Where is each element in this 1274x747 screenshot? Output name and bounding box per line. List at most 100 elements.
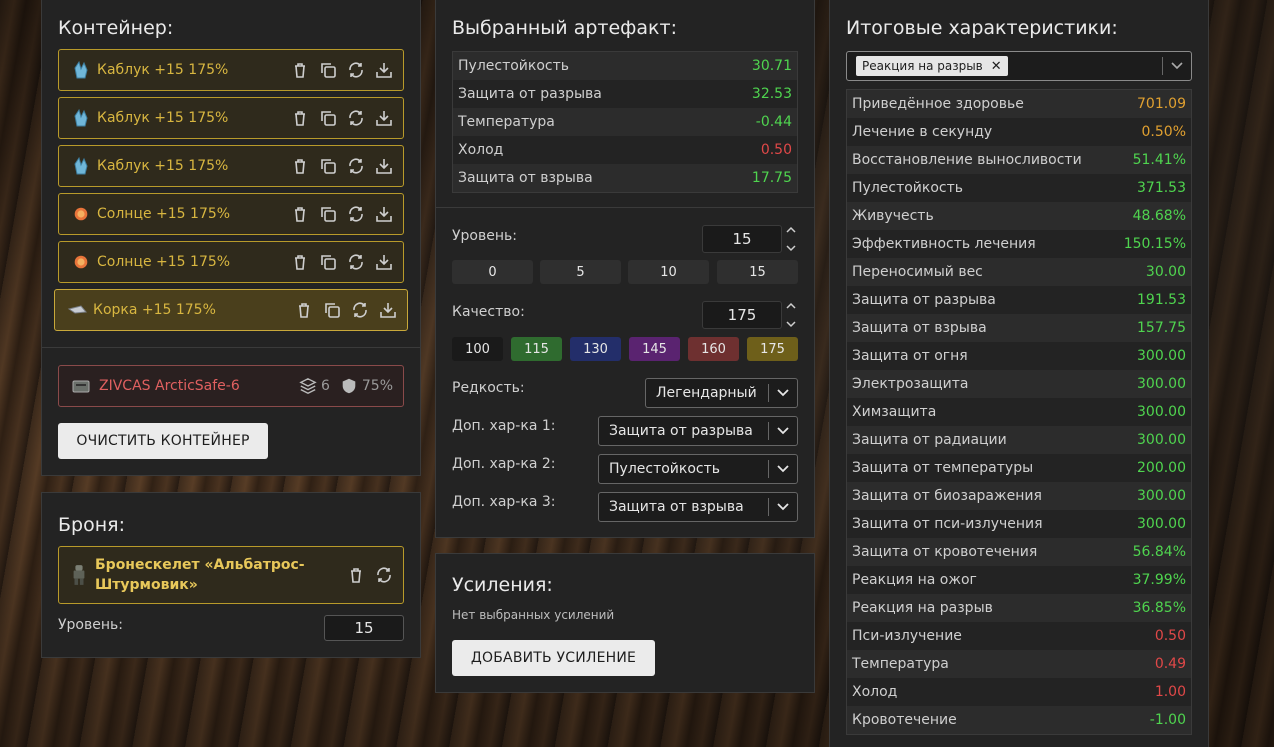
copy-icon[interactable] — [319, 253, 337, 271]
extra3-select[interactable]: Защита от взрыва — [598, 492, 798, 522]
level-preset-button[interactable]: 0 — [452, 260, 533, 284]
quality-preset-button[interactable]: 160 — [688, 337, 739, 361]
artifact-row[interactable]: Солнце +15 175% — [58, 193, 404, 235]
level-label: Уровень: — [452, 228, 517, 244]
filter-chip[interactable]: Реакция на разрыв ✕ — [856, 56, 1008, 76]
refresh-icon[interactable] — [351, 301, 369, 319]
trash-icon[interactable] — [291, 109, 309, 127]
armor-row[interactable]: Бронескелет «Альбатрос-Штурмовик» — [58, 546, 404, 604]
stat-name: Холод — [458, 142, 504, 158]
clear-container-button[interactable]: ОЧИСТИТЬ КОНТЕЙНЕР — [58, 423, 268, 459]
quality-input[interactable]: 175 — [702, 301, 782, 329]
stat-value: 701.09 — [1137, 96, 1186, 112]
trash-icon[interactable] — [291, 157, 309, 175]
level-preset-button[interactable]: 15 — [717, 260, 798, 284]
copy-icon[interactable] — [319, 205, 337, 223]
stat-name: Холод — [852, 684, 898, 700]
extra1-label: Доп. хар-ка 1: — [452, 418, 556, 434]
case-row[interactable]: ZIVCAS ArcticSafe-6 6 75% — [58, 365, 404, 407]
chevron-down-icon[interactable] — [1163, 62, 1191, 70]
artifact-row[interactable]: Каблук +15 175% — [58, 97, 404, 139]
stat-filter-select[interactable]: Реакция на разрыв ✕ — [846, 51, 1192, 81]
stat-name: Защита от разрыва — [852, 292, 996, 308]
trash-icon[interactable] — [291, 205, 309, 223]
quality-preset-button[interactable]: 115 — [511, 337, 562, 361]
armor-actions — [347, 566, 393, 584]
artifact-row[interactable]: Каблук +15 175% — [58, 49, 404, 91]
quality-label: Качество: — [452, 304, 525, 320]
add-upgrade-button[interactable]: ДОБАВИТЬ УСИЛЕНИЕ — [452, 640, 655, 676]
download-icon[interactable] — [375, 205, 393, 223]
stat-name: Защита от взрыва — [458, 170, 593, 186]
stat-row: Холод 0.50 — [453, 136, 797, 164]
chevron-up-icon[interactable] — [786, 226, 796, 234]
copy-icon[interactable] — [319, 157, 337, 175]
level-preset-button[interactable]: 10 — [628, 260, 709, 284]
armor-level-label: Уровень: — [58, 617, 123, 633]
download-icon[interactable] — [375, 61, 393, 79]
trash-icon[interactable] — [347, 566, 365, 584]
extra1-select[interactable]: Защита от разрыва — [598, 416, 798, 446]
copy-icon[interactable] — [319, 61, 337, 79]
artifact-label: Каблук +15 175% — [97, 110, 229, 126]
quality-preset-button[interactable]: 100 — [452, 337, 503, 361]
chevron-up-icon[interactable] — [786, 302, 796, 310]
stat-value: 300.00 — [1137, 404, 1186, 420]
quality-spinner[interactable] — [785, 302, 797, 328]
artifact-actions — [291, 109, 393, 127]
trash-icon[interactable] — [291, 253, 309, 271]
quality-preset-button[interactable]: 175 — [747, 337, 798, 361]
extra2-select[interactable]: Пулестойкость — [598, 454, 798, 484]
final-stat-row: Защита от температуры 200.00 — [847, 454, 1191, 482]
artifact-actions — [291, 253, 393, 271]
refresh-icon[interactable] — [347, 157, 365, 175]
chevron-down-icon[interactable] — [769, 503, 797, 511]
armor-level-input[interactable]: 15 — [324, 615, 404, 641]
close-icon[interactable]: ✕ — [991, 59, 1002, 74]
selected-stats-table: Пулестойкость 30.71 Защита от разрыва 32.53… — [452, 51, 798, 193]
trash-icon[interactable] — [291, 61, 309, 79]
sun-orb-icon — [71, 252, 91, 272]
quality-preset-button[interactable]: 130 — [570, 337, 621, 361]
level-spinner[interactable] — [785, 226, 797, 252]
trash-icon[interactable] — [295, 301, 313, 319]
stat-value: 300.00 — [1137, 516, 1186, 532]
quality-preset-button[interactable]: 145 — [629, 337, 680, 361]
level-preset-button[interactable]: 5 — [540, 260, 621, 284]
chevron-down-icon[interactable] — [786, 320, 796, 328]
stat-name: Температура — [852, 656, 949, 672]
chevron-down-icon[interactable] — [769, 465, 797, 473]
refresh-icon[interactable] — [375, 566, 393, 584]
level-input[interactable]: 15 — [702, 225, 782, 253]
artifact-actions — [291, 157, 393, 175]
download-icon[interactable] — [375, 109, 393, 127]
artifact-row[interactable]: Солнце +15 175% — [58, 241, 404, 283]
refresh-icon[interactable] — [347, 109, 365, 127]
final-stat-row: Защита от биозаражения 300.00 — [847, 482, 1191, 510]
artifact-label: Солнце +15 175% — [97, 206, 231, 222]
final-stat-row: Холод 1.00 — [847, 678, 1191, 706]
final-stat-row: Пулестойкость 371.53 — [847, 174, 1191, 202]
download-icon[interactable] — [379, 301, 397, 319]
artifact-row[interactable]: Корка +15 175% — [54, 289, 408, 331]
case-name: ZIVCAS ArcticSafe-6 — [99, 378, 240, 394]
artifact-row[interactable]: Каблук +15 175% — [58, 145, 404, 187]
case-icon — [71, 376, 91, 396]
chevron-down-icon[interactable] — [769, 389, 797, 397]
upgrades-title: Усиления: — [452, 574, 553, 596]
download-icon[interactable] — [375, 157, 393, 175]
extra3-value: Защита от взрыва — [609, 499, 744, 515]
refresh-icon[interactable] — [347, 205, 365, 223]
copy-icon[interactable] — [323, 301, 341, 319]
chevron-down-icon[interactable] — [769, 427, 797, 435]
refresh-icon[interactable] — [347, 61, 365, 79]
final-stat-row: Пси-излучение 0.50 — [847, 622, 1191, 650]
refresh-icon[interactable] — [347, 253, 365, 271]
armor-panel: Броня: Бронескелет «Альбатрос-Штурмовик»… — [41, 492, 421, 658]
download-icon[interactable] — [375, 253, 393, 271]
stat-row: Защита от разрыва 32.53 — [453, 80, 797, 108]
chevron-down-icon[interactable] — [786, 244, 796, 252]
rarity-select[interactable]: Легендарный — [645, 378, 798, 408]
stat-value: -0.44 — [755, 114, 792, 130]
copy-icon[interactable] — [319, 109, 337, 127]
